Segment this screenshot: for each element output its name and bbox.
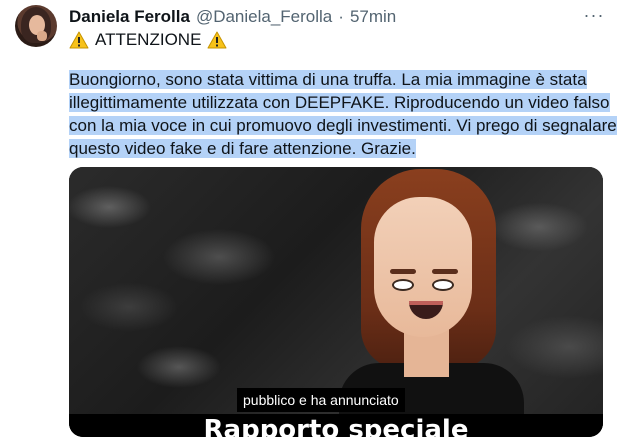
- author-name[interactable]: Daniela Ferolla: [69, 6, 190, 28]
- tweet-body-line: questo video fake e di fare attenzione. …: [69, 139, 416, 158]
- tweet-headline: ATTENZIONE: [69, 29, 227, 51]
- more-options-icon[interactable]: ···: [583, 4, 605, 26]
- headline-text: ATTENZIONE: [95, 30, 202, 49]
- presenter-brow: [390, 269, 416, 274]
- tweet-header: Daniela Ferolla @Daniela_Ferolla · 57min: [69, 6, 396, 28]
- timestamp[interactable]: 57min: [350, 6, 396, 28]
- presenter-eye: [432, 279, 454, 291]
- video-caption-small: pubblico e ha annunciato: [237, 388, 405, 412]
- warning-icon: [207, 31, 227, 49]
- video-media[interactable]: pubblico e ha annunciato Rapporto specia…: [69, 167, 603, 437]
- avatar-hand: [37, 31, 47, 41]
- avatar[interactable]: [15, 5, 57, 47]
- tweet[interactable]: Daniela Ferolla @Daniela_Ferolla · 57min…: [0, 0, 640, 437]
- tweet-body-line: con la mia voce in cui promuovo degli in…: [69, 116, 617, 135]
- presenter-brow: [432, 269, 458, 274]
- warning-icon: [69, 31, 89, 49]
- presenter-eye: [392, 279, 414, 291]
- separator-dot: ·: [338, 7, 344, 26]
- video-caption-big: Rapporto speciale: [69, 414, 603, 437]
- author-handle[interactable]: @Daniela_Ferolla: [196, 6, 332, 28]
- tweet-body-line: Buongiorno, sono stata vittima di una tr…: [69, 70, 587, 89]
- tweet-body-line: illegittimamente utilizzata con DEEPFAKE…: [69, 93, 610, 112]
- tweet-body: Buongiorno, sono stata vittima di una tr…: [69, 68, 617, 160]
